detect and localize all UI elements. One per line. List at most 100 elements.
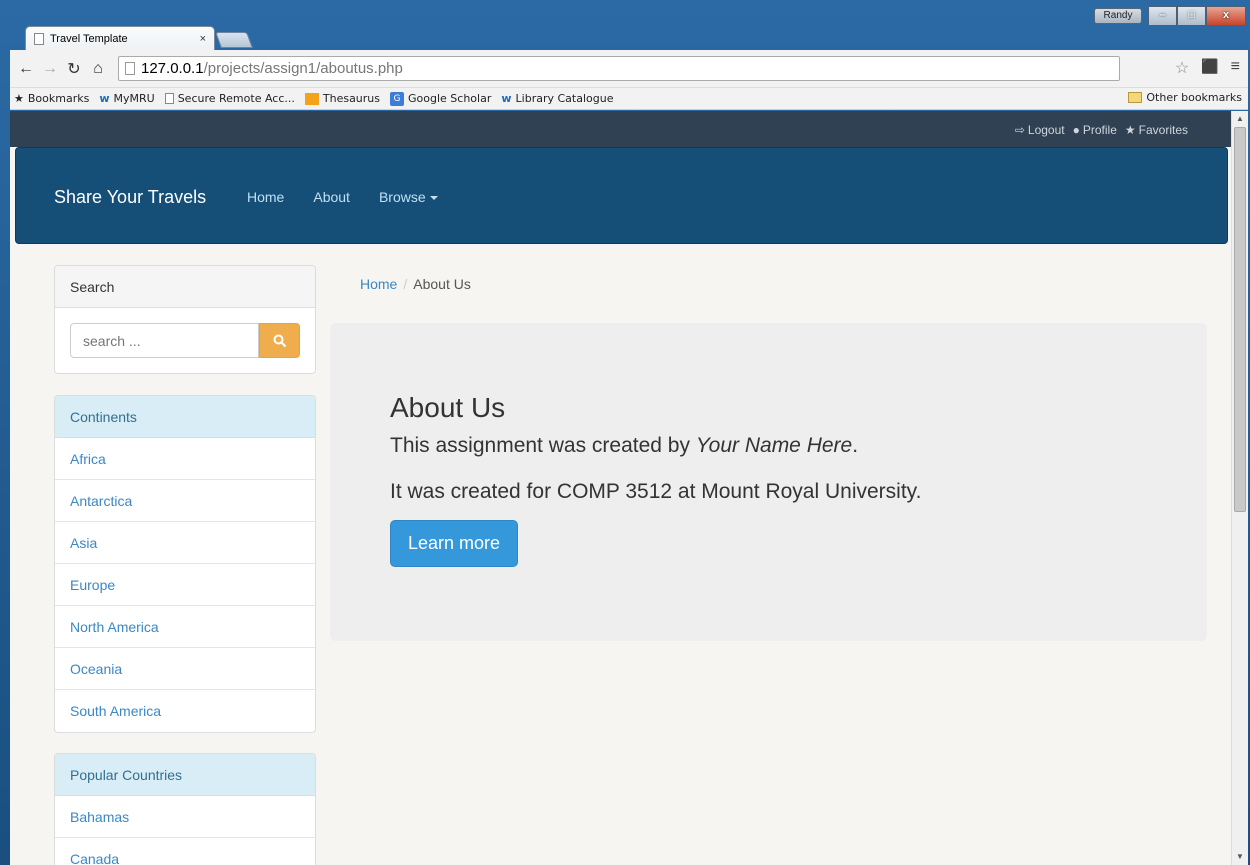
continents-heading: Continents xyxy=(55,396,315,438)
bookmarks-button[interactable]: ★ Bookmarks xyxy=(14,92,89,105)
bookmark-google-scholar[interactable]: G Google Scholar xyxy=(390,91,492,106)
bookmark-library-catalogue[interactable]: ᴡ Library Catalogue xyxy=(501,92,613,105)
mru-logo-icon: ᴡ xyxy=(501,92,512,105)
about-jumbotron: About Us This assignment was created by … xyxy=(330,323,1207,641)
forward-icon[interactable]: → xyxy=(40,60,60,78)
page-scrollbar[interactable]: ▲ ▼ xyxy=(1231,111,1248,865)
tab-title: Travel Template xyxy=(50,32,128,45)
author-name: Your Name Here xyxy=(695,434,853,457)
continent-link[interactable]: South America xyxy=(55,690,315,732)
nav-links: Home About Browse xyxy=(247,189,438,205)
search-button[interactable] xyxy=(259,323,300,358)
bookmark-label: Bookmarks xyxy=(27,92,90,105)
bookmark-label: Thesaurus xyxy=(322,92,381,105)
search-form xyxy=(55,308,315,373)
title-bar: Travel Template × Randy – □ x xyxy=(0,0,1250,50)
logout-link[interactable]: ⇨ Logout xyxy=(1015,123,1065,137)
scroll-thumb[interactable] xyxy=(1234,127,1246,512)
browser-toolbar: ← → ↻ ⌂ 127.0.0.1 /projects/assign1/abou… xyxy=(10,50,1248,88)
toolbar-actions: ☆ ⬛ ≡ xyxy=(1175,58,1240,78)
bookmark-secure-remote[interactable]: Secure Remote Acc... xyxy=(164,92,295,105)
continent-link[interactable]: Africa xyxy=(55,438,315,480)
logout-icon: ⇨ xyxy=(1014,123,1025,137)
page-icon xyxy=(34,32,44,45)
folder-icon xyxy=(1128,92,1143,103)
pdf-extension-icon[interactable]: ⬛ xyxy=(1201,58,1218,78)
countries-heading: Popular Countries xyxy=(55,754,315,796)
continent-link[interactable]: North America xyxy=(55,606,315,648)
page-icon xyxy=(125,62,135,75)
bookmark-mymru[interactable]: ᴡ MyMRU xyxy=(99,92,154,105)
browser-window: Travel Template × Randy – □ x ← → ↻ ⌂ 12… xyxy=(0,0,1250,865)
nav-home[interactable]: Home xyxy=(247,189,284,205)
nav-browse[interactable]: Browse xyxy=(379,189,438,205)
search-icon xyxy=(273,334,286,347)
bookmark-label: Google Scholar xyxy=(408,92,492,105)
course-line: It was created for COMP 3512 at Mount Ro… xyxy=(390,480,922,503)
profile-label: Profile xyxy=(1082,123,1117,137)
url-host: 127.0.0.1 xyxy=(141,60,204,77)
profile-badge[interactable]: Randy xyxy=(1094,8,1142,24)
countries-panel: Popular Countries Bahamas Canada xyxy=(54,753,316,865)
brand-link[interactable]: Share Your Travels xyxy=(54,187,206,208)
profile-link[interactable]: ● Profile xyxy=(1073,123,1117,137)
page-title: About Us xyxy=(390,392,506,423)
star-icon: ★ xyxy=(14,92,24,105)
bookmark-star-icon[interactable]: ☆ xyxy=(1175,58,1189,78)
address-bar[interactable]: 127.0.0.1 /projects/assign1/aboutus.php xyxy=(118,56,1120,81)
bookmarks-bar: ★ Bookmarks ᴡ MyMRU Secure Remote Acc... T… xyxy=(10,88,1248,110)
author-prefix: This assignment was created by xyxy=(390,434,696,457)
learn-more-button[interactable]: Learn more xyxy=(390,520,519,567)
mru-logo-icon: ᴡ xyxy=(99,92,110,105)
author-line: This assignment was created by Your Name… xyxy=(390,434,1147,458)
new-tab-button[interactable] xyxy=(215,32,253,48)
google-scholar-icon: G xyxy=(390,91,405,106)
favorites-link[interactable]: ★ Favorites xyxy=(1125,123,1188,137)
back-icon[interactable]: ← xyxy=(16,60,36,78)
minimize-button[interactable]: – xyxy=(1148,6,1178,26)
bookmark-label: Secure Remote Acc... xyxy=(177,92,295,105)
breadcrumb: Home / About Us xyxy=(360,276,471,292)
author-suffix: . xyxy=(852,434,859,457)
continent-link[interactable]: Europe xyxy=(55,564,315,606)
maximize-button[interactable]: □ xyxy=(1177,6,1207,26)
reload-icon[interactable]: ↻ xyxy=(64,59,84,79)
other-bookmarks-label: Other bookmarks xyxy=(1146,91,1242,104)
home-icon[interactable]: ⌂ xyxy=(88,60,108,78)
scroll-up-icon[interactable]: ▲ xyxy=(1232,111,1248,127)
page-viewport: ⇨ Logout ● Profile ★ Favorites Share Your T… xyxy=(10,111,1231,865)
continent-link[interactable]: Antarctica xyxy=(55,480,315,522)
window-controls: – □ x xyxy=(1148,6,1246,26)
browser-tab[interactable]: Travel Template × xyxy=(25,26,215,50)
account-strip: ⇨ Logout ● Profile ★ Favorites xyxy=(10,111,1231,147)
nav-about[interactable]: About xyxy=(313,189,350,205)
page-icon xyxy=(164,93,174,104)
favorites-label: Favorites xyxy=(1138,123,1188,137)
logout-label: Logout xyxy=(1027,123,1065,137)
caret-down-icon xyxy=(429,196,438,201)
bookmark-label: MyMRU xyxy=(113,92,155,105)
user-icon: ● xyxy=(1072,123,1080,137)
search-panel: Search xyxy=(54,265,316,374)
thesaurus-icon xyxy=(304,92,319,105)
account-links: ⇨ Logout ● Profile ★ Favorites xyxy=(1015,123,1188,137)
breadcrumb-home[interactable]: Home xyxy=(360,276,397,292)
close-window-button[interactable]: x xyxy=(1206,6,1246,26)
menu-icon[interactable]: ≡ xyxy=(1231,58,1240,78)
bookmark-thesaurus[interactable]: Thesaurus xyxy=(304,92,381,105)
continents-panel: Continents Africa Antarctica Asia Europe… xyxy=(54,395,316,733)
bookmark-label: Library Catalogue xyxy=(515,92,614,105)
breadcrumb-separator: / xyxy=(403,276,408,292)
country-link[interactable]: Canada xyxy=(55,838,315,865)
url-path: /projects/assign1/aboutus.php xyxy=(203,60,403,77)
continent-link[interactable]: Asia xyxy=(55,522,315,564)
tab-close-icon[interactable]: × xyxy=(200,33,206,45)
main-navbar: Share Your Travels Home About Browse xyxy=(15,147,1228,244)
nav-browse-label: Browse xyxy=(378,189,426,205)
search-input[interactable] xyxy=(70,323,259,358)
country-link[interactable]: Bahamas xyxy=(55,796,315,838)
continent-link[interactable]: Oceania xyxy=(55,648,315,690)
breadcrumb-current: About Us xyxy=(413,276,471,292)
scroll-down-icon[interactable]: ▼ xyxy=(1232,849,1248,865)
other-bookmarks[interactable]: Other bookmarks xyxy=(1128,91,1242,104)
